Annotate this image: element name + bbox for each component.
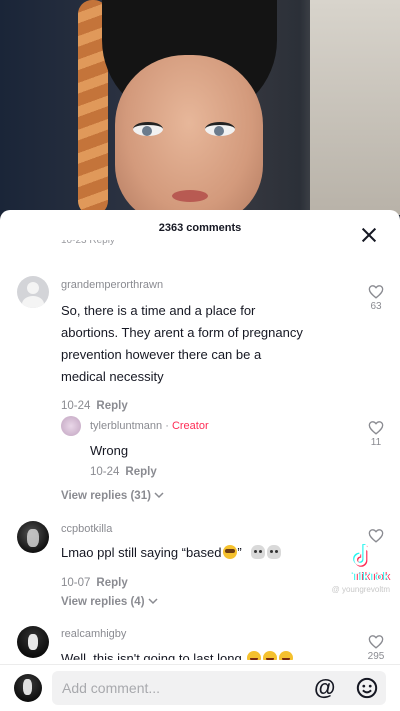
reply-text: Wrong (90, 443, 129, 458)
reply-button[interactable]: Reply (125, 466, 156, 478)
comment-composer: Add comment... @ (0, 664, 400, 711)
emoji-icon[interactable] (356, 677, 378, 699)
like-count: 63 (370, 301, 382, 312)
comments-count-title: 2363 comments (158, 222, 242, 234)
comment-username[interactable]: realcamhigby (61, 628, 126, 640)
comment-username[interactable]: ccpbotkilla (61, 523, 112, 535)
video-eye-right (205, 122, 235, 136)
comment-text-body: Well, this isn't going to last long (61, 651, 242, 660)
watermark-handle: @ youngrevoltm (331, 585, 390, 594)
like-count: 11 (370, 437, 382, 448)
reply-button[interactable]: Reply (96, 577, 127, 589)
view-replies-button[interactable]: View replies (4) (61, 596, 158, 608)
heart-icon[interactable] (368, 528, 384, 543)
creator-badge: Creator (171, 420, 209, 432)
mention-icon[interactable]: @ (314, 675, 335, 701)
reply-button[interactable]: Reply (96, 400, 127, 412)
view-replies-label: View replies (4) (61, 596, 145, 608)
video-lips (172, 190, 208, 202)
tiktok-logo-icon (353, 544, 372, 567)
reply-meta: 10-24 Reply (90, 466, 157, 478)
close-icon[interactable] (360, 226, 378, 244)
comment-text-body: Lmao ppl still saying “based (61, 545, 222, 560)
like-control[interactable]: 11 (361, 420, 391, 448)
comment-date: 10-07 (61, 577, 91, 589)
truncated-previous-reply: 10-23 Reply (61, 240, 115, 246)
comment-username[interactable]: grandemperorthrawn (61, 279, 163, 291)
heart-icon[interactable] (368, 420, 384, 435)
avatar[interactable] (17, 276, 49, 308)
chevron-down-icon (154, 492, 164, 499)
laughing-emoji-icon (263, 651, 278, 660)
heart-icon[interactable] (368, 634, 384, 649)
video-background[interactable] (0, 0, 400, 215)
like-control[interactable]: 295 (361, 634, 391, 666)
avatar[interactable] (17, 626, 49, 658)
reply-username[interactable]: tylerbluntmann (90, 420, 162, 432)
tiktok-wordmark: TikTok (352, 571, 390, 583)
comment-text-line: So, there is a time and a place for (61, 303, 256, 318)
comment-date: 10-24 (61, 400, 91, 412)
comment-text-line: abortions. They arent a form of pregnanc… (61, 325, 303, 340)
laughing-emoji-icon (247, 651, 262, 660)
video-eye-left (133, 122, 163, 136)
add-comment-input[interactable]: Add comment... @ (52, 671, 386, 705)
like-control[interactable]: 63 (361, 284, 391, 312)
comments-sheet: 2363 comments 10-23 Reply grandemperorth… (0, 210, 400, 711)
chevron-down-icon (148, 598, 158, 605)
like-count: 295 (367, 651, 385, 662)
comment-text-line: medical necessity (61, 369, 164, 384)
nerd-glasses-emoji-icon (223, 545, 238, 559)
add-comment-placeholder: Add comment... (62, 680, 161, 696)
reply-date: 10-24 (90, 466, 120, 478)
view-replies-button[interactable]: View replies (31) (61, 490, 164, 502)
comment-text: Lmao ppl still saying “based ” (61, 542, 282, 564)
heart-icon[interactable] (368, 284, 384, 299)
skull-emoji-icon (267, 545, 282, 559)
view-replies-label: View replies (31) (61, 490, 151, 502)
comment-text-line: prevention however there can be a (61, 347, 262, 362)
reply-username-line: tylerbluntmann · Creator (90, 420, 209, 432)
skull-emoji-icon (251, 545, 266, 559)
current-user-avatar[interactable] (14, 674, 42, 702)
avatar[interactable] (17, 521, 49, 553)
comment-text: Well, this isn't going to last long (61, 648, 294, 660)
video-wall (310, 0, 400, 215)
comment-meta: 10-24 Reply (61, 400, 128, 412)
separator-dot: · (162, 420, 172, 432)
avatar[interactable] (61, 416, 81, 436)
comment-text-close: ” (237, 545, 242, 560)
comment-meta: 10-07 Reply (61, 577, 128, 589)
laughing-emoji-icon (279, 651, 294, 660)
